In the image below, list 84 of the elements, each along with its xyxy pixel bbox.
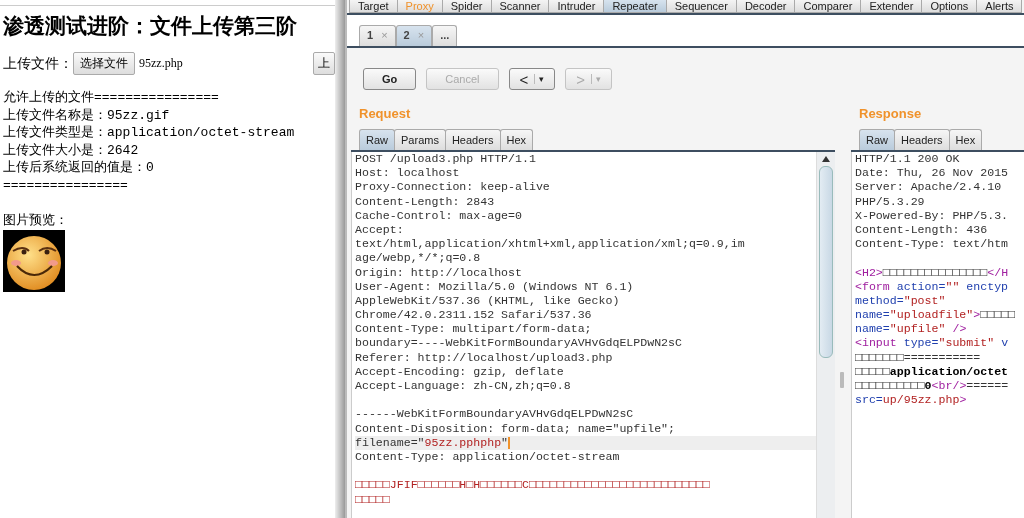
result-line: 上传文件类型是：application/octet-stream: [3, 124, 295, 142]
tool-tab[interactable]: Decoder: [735, 0, 796, 13]
result-line: 上传后系统返回的值是：0: [3, 159, 154, 177]
tool-tab[interactable]: Spider: [441, 0, 492, 13]
code-line: HTTP/1.1 200 OK: [855, 152, 961, 167]
code-line: POST /upload3.php HTTP/1.1: [355, 152, 537, 167]
code-line: Host: localhost: [355, 166, 461, 181]
smiley-drawing: [3, 229, 65, 292]
code-line: Accept:: [355, 222, 405, 238]
code-line: Referer: http://localhost/upload3.php: [355, 350, 614, 365]
splitter-handle[interactable]: [840, 372, 844, 388]
code-line: Date: Thu, 26 Nov 2015: [855, 166, 1010, 181]
panel-heading: Response: [858, 106, 923, 123]
code-line: User-Agent: Mozilla/5.0 (Windows NT 6.1): [355, 279, 635, 294]
code-line: text/html,application/xhtml+xml,application/xml;q=0.9,im: [355, 237, 746, 252]
code-line: <input type="submit" v: [855, 336, 1010, 351]
tool-tab[interactable]: Alerts: [976, 0, 1023, 13]
code-line: Server: Apache/2.4.10: [855, 180, 1003, 195]
code-line: Chrome/42.0.2311.152 Safari/537.36: [355, 308, 593, 323]
scroll-up-icon[interactable]: [822, 156, 830, 162]
panel-heading: Request: [358, 106, 412, 123]
view-tab[interactable]: Raw: [359, 129, 395, 150]
code-line: <form action="" enctyp: [855, 279, 1010, 294]
code-line: Accept-Encoding: gzip, deflate: [355, 364, 565, 379]
code-line: □□□□□□□===========: [855, 350, 982, 365]
tool-tab[interactable]: Comparer: [794, 0, 862, 13]
tab-label: ...: [440, 29, 450, 43]
scrollbar[interactable]: [816, 152, 835, 518]
go-button[interactable]: Go: [363, 68, 417, 90]
code-line: AppleWebKit/537.36 (KHTML, like Gecko): [355, 293, 621, 309]
code-line: <H2>□□□□□□□□□□□□□□□</H: [855, 265, 1010, 280]
code-line: □□□□□JFIF□□□□□□H□H□□□□□□C□□□□□□□□□□□□□□□□□□□□□□□□□□: [355, 478, 711, 493]
view-tab[interactable]: Hex: [499, 129, 534, 150]
code-line: □□□□□: [355, 492, 391, 507]
code-line: method="post": [855, 293, 947, 309]
result-line: 上传文件名称是：95zz.gif: [3, 106, 170, 124]
tool-tab[interactable]: Extender: [860, 0, 923, 13]
tool-tab[interactable]: Intruder: [548, 0, 605, 13]
chosen-file-name: 95zz.php: [139, 56, 183, 71]
code-line: src=up/95zz.php>: [855, 393, 968, 408]
tool-tab[interactable]: Repeater: [603, 0, 667, 13]
code-line: Content-Disposition: form-data; name="upfile";: [355, 421, 677, 436]
tab-label: 1: [367, 29, 374, 43]
tool-tab[interactable]: Options: [921, 0, 978, 13]
view-tab[interactable]: Headers: [894, 129, 950, 150]
upload-button[interactable]: 上: [313, 52, 335, 75]
result-line: 上传文件大小是：2642: [3, 141, 139, 159]
tool-tab[interactable]: Target: [349, 0, 398, 13]
view-tab[interactable]: Raw: [859, 129, 895, 150]
code-line: PHP/5.3.29: [855, 194, 926, 209]
result-line: 允许上传的文件================: [3, 89, 219, 107]
code-line: Content-Length: 2843: [355, 194, 496, 209]
code-line: age/webp,*/*;q=0.8: [355, 251, 482, 266]
code-line: Cache-Control: max-age=0: [355, 208, 523, 223]
code-line: boundary=----WebKitFormBoundaryAVHvGdqELPDwN2sC: [355, 336, 683, 351]
repeater-tab[interactable]: 1 ×: [359, 25, 396, 46]
page-title: 渗透测试进阶：文件上传第三阶: [3, 13, 297, 40]
preview-label: 图片预览：: [3, 212, 68, 230]
code-line: ------WebKitFormBoundaryAVHvGdqELPDwN2sC: [355, 407, 635, 422]
upload-label: 上传文件：: [3, 54, 73, 73]
result-line: ================: [3, 176, 128, 194]
code-line: name="uploadfile">□□□□□: [855, 308, 1017, 323]
choose-file-button[interactable]: 选择文件: [73, 52, 135, 75]
code-line: Content-Type: text/htm: [855, 237, 1010, 252]
tool-tab[interactable]: Sequencer: [665, 0, 737, 13]
code-line: Accept-Language: zh-CN,zh;q=0.8: [355, 379, 572, 394]
code-line: □□□□□□□□□□0<br/>======: [855, 379, 1010, 394]
code-line: Proxy-Connection: keep-alive: [355, 180, 551, 195]
repeater-tab[interactable]: ...: [432, 25, 458, 46]
text-cursor: [508, 436, 511, 449]
code-line: X-Powered-By: PHP/5.3.: [855, 208, 1010, 223]
view-tab[interactable]: Headers: [444, 129, 501, 150]
tab-label: 2: [403, 29, 410, 43]
repeater-tab[interactable]: 2 ×: [395, 25, 433, 46]
tool-tab[interactable]: Scanner: [490, 0, 550, 13]
view-tab[interactable]: Hex: [948, 129, 983, 150]
history-button[interactable]: < ▾: [508, 68, 556, 90]
code-line: Content-Type: application/octet-stream: [355, 449, 621, 465]
code-line: Content-Length: 436: [855, 222, 989, 238]
code-line: □□□□□application/octet: [855, 364, 1010, 379]
code-line: Origin: http://localhost: [355, 265, 523, 280]
view-tab[interactable]: Params: [394, 129, 446, 150]
code-line: Content-Type: multipart/form-data;: [355, 322, 593, 337]
code-line: name="upfile" />: [855, 322, 968, 337]
